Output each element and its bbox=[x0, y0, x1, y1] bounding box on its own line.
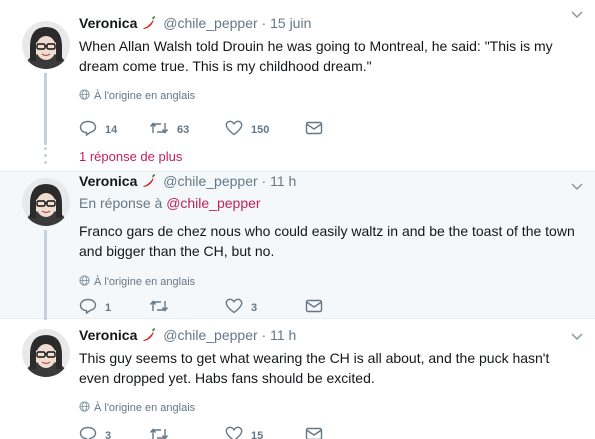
like-button[interactable]: 3 bbox=[225, 298, 295, 317]
dm-button[interactable] bbox=[305, 121, 323, 138]
tweet-actions: 3 15 bbox=[79, 426, 323, 439]
timestamp[interactable]: 11 h bbox=[270, 173, 296, 189]
retweet-icon bbox=[149, 299, 169, 316]
tweet-header: Veronica @chile_pepper · 11 h bbox=[79, 326, 581, 347]
heart-icon bbox=[225, 426, 243, 439]
envelope-icon bbox=[305, 299, 323, 316]
reply-icon bbox=[79, 298, 97, 317]
tweet-header: Veronica @chile_pepper · 11 h bbox=[79, 172, 581, 193]
reply-mention-link[interactable]: @chile_pepper bbox=[166, 195, 260, 211]
reply-count: 3 bbox=[105, 429, 112, 439]
globe-icon bbox=[79, 401, 90, 415]
tweet[interactable]: Veronica @chile_pepper · 15 juin When Al… bbox=[0, 0, 595, 145]
chili-pepper-icon bbox=[141, 174, 157, 193]
envelope-icon bbox=[305, 121, 323, 138]
translation-label: À l'origine en anglais bbox=[94, 402, 196, 414]
reply-button[interactable]: 3 bbox=[79, 426, 139, 439]
tweet[interactable]: Veronica @chile_pepper · 11 h En réponse… bbox=[0, 171, 595, 320]
reply-prefix: En réponse à bbox=[79, 195, 163, 211]
tweet-header: Veronica @chile_pepper · 15 juin bbox=[79, 14, 581, 35]
like-count: 15 bbox=[251, 429, 264, 439]
chevron-down-icon[interactable] bbox=[571, 6, 583, 24]
avatar[interactable] bbox=[22, 178, 70, 226]
retweet-button[interactable] bbox=[149, 299, 217, 316]
like-count: 150 bbox=[251, 123, 270, 136]
chevron-down-icon[interactable] bbox=[571, 178, 583, 196]
translation-note[interactable]: À l'origine en anglais bbox=[79, 275, 581, 289]
display-name[interactable]: Veronica bbox=[79, 173, 137, 189]
timestamp[interactable]: 15 juin bbox=[270, 15, 311, 31]
like-button[interactable]: 15 bbox=[225, 426, 295, 439]
reply-button[interactable]: 1 bbox=[79, 298, 139, 317]
translation-note[interactable]: À l'origine en anglais bbox=[79, 401, 581, 415]
reply-button[interactable]: 14 bbox=[79, 120, 139, 139]
thread-dots bbox=[44, 147, 47, 168]
reply-count: 1 bbox=[105, 301, 112, 314]
translation-label: À l'origine en anglais bbox=[94, 276, 196, 288]
translation-label: À l'origine en anglais bbox=[94, 90, 196, 102]
retweet-button[interactable] bbox=[149, 427, 217, 439]
heart-icon bbox=[225, 298, 243, 317]
separator: · bbox=[261, 15, 267, 31]
dm-button[interactable] bbox=[305, 427, 323, 439]
display-name[interactable]: Veronica bbox=[79, 15, 137, 31]
reply-icon bbox=[79, 120, 97, 139]
tweet-text: This guy seems to get what wearing the C… bbox=[79, 350, 550, 386]
user-handle[interactable]: @chile_pepper bbox=[163, 327, 257, 343]
translation-note[interactable]: À l'origine en anglais bbox=[79, 89, 581, 103]
chili-pepper-icon bbox=[141, 16, 157, 35]
reply-count: 14 bbox=[105, 123, 118, 136]
separator: · bbox=[261, 327, 267, 343]
globe-icon bbox=[79, 275, 90, 289]
timestamp[interactable]: 11 h bbox=[270, 327, 296, 343]
retweet-count: 63 bbox=[177, 123, 190, 136]
tweet[interactable]: Veronica @chile_pepper · 11 h This guy s… bbox=[0, 320, 595, 439]
globe-icon bbox=[79, 89, 90, 103]
display-name[interactable]: Veronica bbox=[79, 327, 137, 343]
dm-button[interactable] bbox=[305, 299, 323, 316]
chili-pepper-icon bbox=[141, 328, 157, 347]
more-replies-link[interactable]: 1 réponse de plus bbox=[79, 149, 182, 164]
reply-icon bbox=[79, 426, 97, 439]
retweet-icon bbox=[149, 427, 169, 439]
retweet-icon bbox=[149, 121, 169, 138]
tweet-actions: 1 3 bbox=[79, 298, 323, 317]
like-button[interactable]: 150 bbox=[225, 120, 295, 139]
separator: · bbox=[261, 173, 267, 189]
retweet-button[interactable]: 63 bbox=[149, 121, 217, 138]
user-handle[interactable]: @chile_pepper bbox=[163, 15, 257, 31]
reply-context: En réponse à @chile_pepper bbox=[79, 194, 581, 213]
tweet-text: When Allan Walsh told Drouin he was goin… bbox=[79, 38, 553, 74]
envelope-icon bbox=[305, 427, 323, 439]
chevron-down-icon[interactable] bbox=[571, 328, 583, 346]
heart-icon bbox=[225, 120, 243, 139]
thread-line bbox=[44, 230, 47, 320]
more-replies-row[interactable]: 1 réponse de plus bbox=[0, 145, 595, 171]
like-count: 3 bbox=[251, 301, 258, 314]
tweet-actions: 14 63 150 bbox=[79, 120, 323, 139]
tweet-text: Franco gars de chez nous who could easil… bbox=[79, 223, 575, 259]
avatar[interactable] bbox=[22, 329, 70, 377]
user-handle[interactable]: @chile_pepper bbox=[163, 173, 257, 189]
thread-line bbox=[44, 73, 47, 145]
avatar[interactable] bbox=[22, 21, 70, 69]
